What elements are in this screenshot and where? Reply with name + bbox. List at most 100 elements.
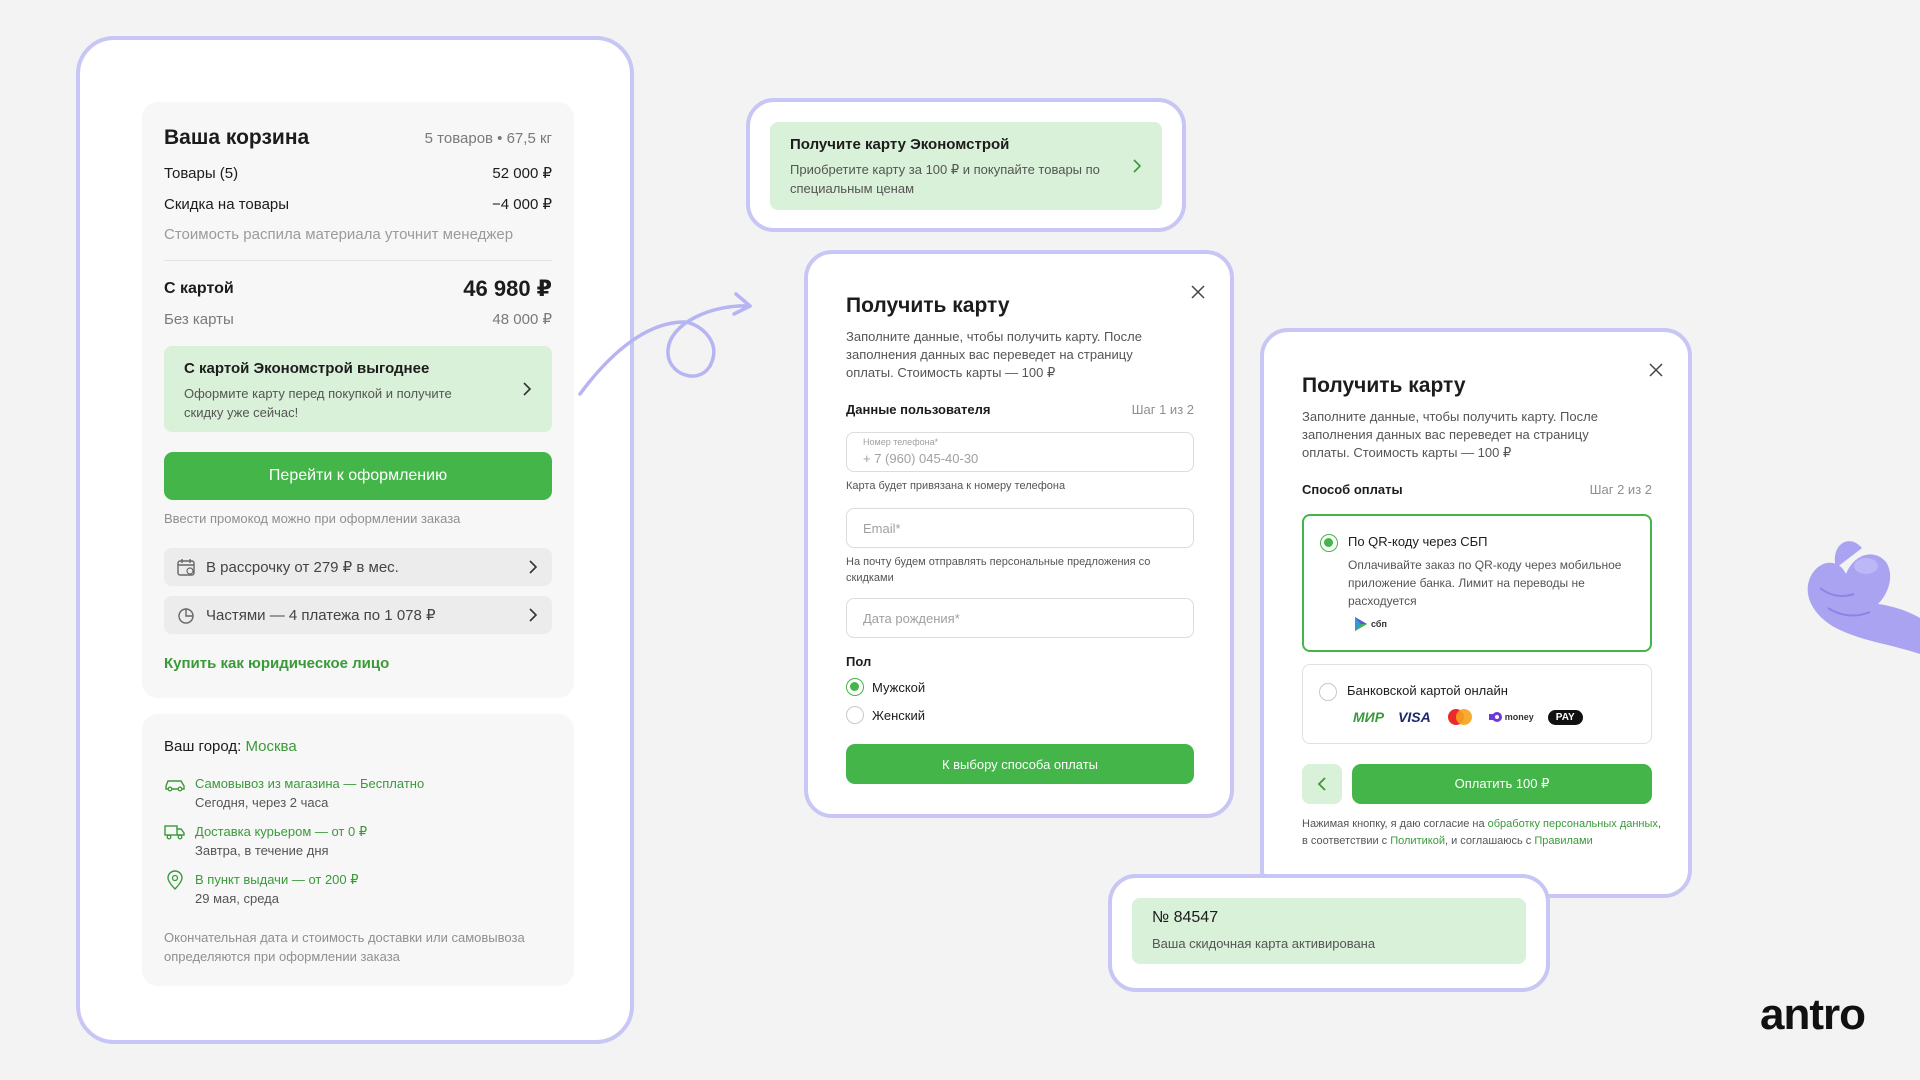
legal-entity-link[interactable]: Купить как юридическое лицо xyxy=(164,655,389,672)
gender-female-option[interactable]: Женский xyxy=(846,706,925,724)
checkout-button[interactable]: Перейти к оформлению xyxy=(164,452,552,500)
radio-checked[interactable] xyxy=(1320,534,1338,552)
items-value: 52 000 ₽ xyxy=(492,165,552,182)
card-promo[interactable]: С картой Экономстрой выгоднее Оформите к… xyxy=(164,346,552,432)
chevron-right-icon xyxy=(529,608,538,622)
delivery-card: Ваш город: Москва Самовывоз из магазина … xyxy=(142,714,574,986)
calendar-icon xyxy=(177,559,195,576)
discount-label: Скидка на товары xyxy=(164,195,290,213)
pay-button[interactable]: Оплатить 100 ₽ xyxy=(1352,764,1652,804)
promo-code-note: Ввести промокод можно при оформлении зак… xyxy=(164,511,461,526)
rules-link[interactable]: Правилами xyxy=(1534,835,1592,847)
banner-frame: Получите карту Экономстрой Приобретите к… xyxy=(746,98,1186,232)
phone-field-label: Номер телефона* xyxy=(863,437,939,447)
payment-option-card[interactable]: Банковской картой онлайн МИР VISA money … xyxy=(1302,664,1652,744)
banner-title: Получите карту Экономстрой xyxy=(790,136,1010,153)
parts-label: Частями — 4 платежа по 1 078 ₽ xyxy=(206,607,436,624)
city-value[interactable]: Москва xyxy=(245,738,296,755)
truck-icon xyxy=(164,825,185,840)
email-placeholder: Email* xyxy=(863,521,901,536)
radio-unchecked[interactable] xyxy=(1319,683,1337,701)
items-label: Товары (5) xyxy=(164,164,239,182)
activated-frame: № 84547 Ваша скидочная карта активирован… xyxy=(1108,874,1550,992)
yoomoney-icon xyxy=(1488,712,1502,722)
delivery-option-title: В пункт выдачи — от 200 ₽ xyxy=(195,872,359,887)
chevron-right-icon xyxy=(1133,159,1142,173)
brand-logo: antro xyxy=(1760,990,1866,1039)
close-icon[interactable] xyxy=(1648,362,1664,378)
delivery-option-sub: Сегодня, через 2 часа xyxy=(195,795,329,810)
sbp-logo: сбп xyxy=(1354,616,1387,632)
phone-hint: Карта будет привязана к номеру телефона xyxy=(846,480,1066,492)
cart-meta: 5 товаров • 67,5 кг xyxy=(424,129,552,147)
delivery-option-title: Самовывоз из магазина — Бесплатно xyxy=(195,776,425,791)
delivery-option-title: Доставка курьером — от 0 ₽ xyxy=(195,824,368,839)
step-indicator: Шаг 1 из 2 xyxy=(1131,402,1194,417)
banner-text: Приобретите карту за 100 ₽ и покупайте т… xyxy=(790,162,1100,196)
gender-female-label: Женский xyxy=(872,707,925,723)
delivery-option-sub: Завтра, в течение дня xyxy=(195,843,329,858)
get-card-banner[interactable]: Получите карту Экономстрой Приобретите к… xyxy=(770,122,1162,210)
personal-data-link[interactable]: обработку персональных данных xyxy=(1488,818,1658,830)
with-card-value: 46 980 ₽ xyxy=(463,276,552,301)
consent-text: Нажимая кнопку, я даю согласие на обрабо… xyxy=(1302,816,1662,850)
policy-link[interactable]: Политикой xyxy=(1390,835,1445,847)
modal-step1: Получить карту Заполните данные, чтобы п… xyxy=(804,250,1234,818)
gender-label: Пол xyxy=(846,654,872,669)
payment-option-sbp[interactable]: По QR-коду через СБП Оплачивайте заказ п… xyxy=(1302,514,1652,652)
installment-row[interactable]: В рассрочку от 279 ₽ в мес. xyxy=(164,548,552,586)
sbp-icon xyxy=(1355,617,1367,631)
step-indicator: Шаг 2 из 2 xyxy=(1589,482,1652,497)
modal-step2: Получить карту Заполните данные, чтобы п… xyxy=(1260,328,1692,898)
mir-logo: МИР xyxy=(1353,709,1385,725)
section-label: Способ оплаты xyxy=(1302,482,1403,497)
gender-male-label: Мужской xyxy=(872,679,926,695)
mastercard-logo xyxy=(1447,709,1472,725)
activated-card-notice: № 84547 Ваша скидочная карта активирован… xyxy=(1132,898,1526,964)
back-button[interactable] xyxy=(1302,764,1342,804)
city-label: Ваш город: xyxy=(164,738,242,755)
chevron-right-icon xyxy=(523,382,532,396)
radio-unchecked[interactable] xyxy=(846,706,864,724)
map-pin-icon xyxy=(167,870,183,890)
yoomoney-text: money xyxy=(1504,712,1534,722)
modal-title: Получить карту xyxy=(1302,374,1466,397)
card-number: № 84547 xyxy=(1152,909,1219,926)
parts-row[interactable]: Частями — 4 платежа по 1 078 ₽ xyxy=(164,596,552,634)
pay-logo: PAY xyxy=(1547,709,1583,725)
birth-date-field[interactable]: Дата рождения* xyxy=(846,598,1194,638)
email-hint: На почту будем отправлять персональные п… xyxy=(846,556,1151,584)
cart-title: Ваша корзина xyxy=(164,126,310,149)
with-card-label: С картой xyxy=(164,280,234,297)
modal-description: Заполните данные, чтобы получить карту. … xyxy=(1302,409,1598,460)
chevron-right-icon xyxy=(529,560,538,574)
modal-title: Получить карту xyxy=(846,294,1010,317)
payment-logos: МИР VISA money PAY xyxy=(1353,707,1583,727)
radio-checked[interactable] xyxy=(846,678,864,696)
to-payment-button[interactable]: К выбору способа оплаты xyxy=(846,744,1194,784)
section-label: Данные пользователя xyxy=(846,402,991,417)
pay-logo-text: PAY xyxy=(1555,711,1575,723)
discount-value: −4 000 ₽ xyxy=(491,196,552,213)
birth-date-placeholder: Дата рождения* xyxy=(863,611,960,626)
delivery-option-sub: 29 мая, среда xyxy=(195,891,279,906)
without-card-label: Без карты xyxy=(164,310,234,328)
arrow-decoration xyxy=(578,292,752,396)
phone-field[interactable]: Номер телефона* + 7 (960) 045-40-30 xyxy=(846,432,1194,472)
sbp-text: Оплачивайте заказ по QR-коду через мобил… xyxy=(1348,558,1622,608)
sbp-title: По QR-коду через СБП xyxy=(1348,534,1488,549)
modal-description: Заполните данные, чтобы получить карту. … xyxy=(846,329,1142,380)
card-activated-text: Ваша скидочная карта активирована xyxy=(1152,936,1376,951)
hand-illustration xyxy=(1807,541,1920,654)
gender-male-option[interactable]: Мужской xyxy=(846,678,925,696)
chevron-left-icon xyxy=(1317,777,1326,791)
visa-logo: VISA xyxy=(1398,709,1431,725)
consent-part: , и соглашаюсь с xyxy=(1444,835,1535,847)
email-field[interactable]: Email* xyxy=(846,508,1194,548)
divider xyxy=(164,260,552,261)
card-payment-title: Банковской картой онлайн xyxy=(1347,683,1508,698)
without-card-value: 48 000 ₽ xyxy=(492,311,552,328)
close-icon[interactable] xyxy=(1190,284,1206,300)
pie-chart-icon xyxy=(178,608,194,624)
card-promo-title: С картой Экономстрой выгоднее xyxy=(184,360,430,377)
